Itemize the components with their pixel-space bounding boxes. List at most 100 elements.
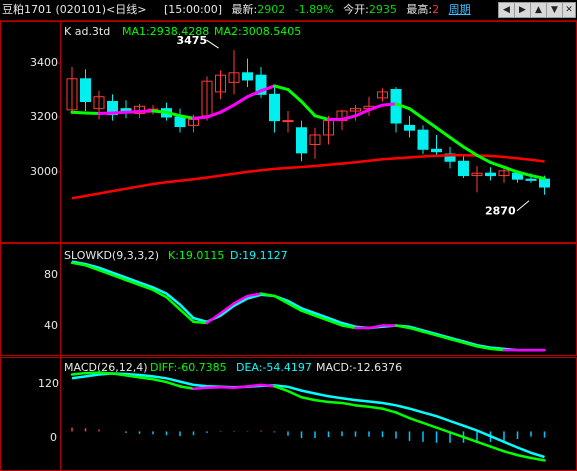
ma1-segment	[219, 103, 236, 114]
price-tick-3000: 3000	[30, 165, 58, 178]
k-segment	[462, 341, 479, 348]
diff-segment	[394, 411, 411, 420]
ma1-segment	[232, 95, 249, 107]
ma1-segment	[489, 160, 506, 169]
diff-segment	[246, 383, 263, 388]
open-price-value: 2935	[368, 3, 397, 16]
kd-tick-80: 80	[44, 268, 58, 281]
price-panel-title: K ad.3td	[64, 25, 110, 38]
diff-segment	[138, 376, 155, 381]
last-price-label: 最新:	[231, 3, 258, 16]
diff-segment	[232, 385, 249, 390]
diff-segment	[192, 386, 209, 390]
diff-segment	[300, 396, 317, 402]
high-price-label: 最高:	[406, 3, 433, 16]
annotation-pointer	[206, 39, 219, 49]
candle-body	[539, 178, 550, 188]
diff-segment	[516, 453, 533, 460]
ma1-segment	[124, 110, 141, 114]
diff-segment	[489, 445, 506, 453]
change-percent: -1.89%	[294, 3, 334, 16]
price-tick-3200: 3200	[30, 110, 58, 123]
price-tick-3400: 3400	[30, 56, 58, 69]
d-line	[71, 260, 545, 352]
ma1-segment	[70, 110, 87, 115]
diff-segment	[70, 371, 87, 376]
diff-segment	[340, 401, 357, 407]
k-segment	[448, 337, 465, 344]
diff-segment	[259, 383, 276, 388]
diff-segment	[529, 456, 546, 462]
ma1-segment	[408, 107, 425, 120]
ma1-segment	[421, 116, 438, 130]
ma1-segment	[286, 88, 303, 103]
price-annotation: 3475	[177, 34, 208, 47]
diff-segment	[286, 389, 303, 399]
k-segment	[205, 311, 222, 325]
ma1-segment	[462, 145, 479, 157]
kd-tick-40: 40	[44, 319, 58, 332]
annotation-pointer	[516, 200, 530, 212]
up-arrow-icon[interactable]: ▲	[530, 2, 547, 18]
down-arrow-icon[interactable]: ▼	[546, 2, 563, 18]
macd-tick-0: 0	[50, 431, 57, 444]
diff-segment	[408, 416, 425, 425]
k-segment	[489, 347, 506, 352]
high-price-value: 2	[432, 3, 440, 16]
diff-segment	[165, 380, 182, 388]
macd-tick-120: 120	[38, 377, 59, 390]
dea-legend: DEA:-54.4197	[236, 361, 312, 374]
k-legend: K:19.0115	[168, 249, 224, 262]
right-arrow-icon[interactable]: ▶	[514, 2, 531, 18]
candle-body	[269, 93, 280, 122]
d-legend: D:19.1127	[230, 249, 288, 262]
diff-segment	[178, 385, 195, 390]
ma1-segment	[273, 84, 290, 92]
diff-segment	[313, 398, 330, 404]
price-annotation: 2870	[485, 205, 516, 218]
left-arrow-icon[interactable]: ◀	[498, 2, 515, 18]
ma1-segment	[381, 102, 398, 107]
diff-segment	[475, 440, 492, 448]
macd-panel-frame	[0, 357, 577, 471]
candle-body	[242, 72, 253, 81]
candle-body	[525, 178, 537, 181]
ma1-segment	[435, 126, 452, 139]
last-price-value: 2902	[257, 3, 286, 16]
dea-line	[71, 372, 545, 459]
k-segment	[421, 330, 438, 337]
candle-body	[404, 124, 415, 131]
close-icon[interactable]: ✕	[562, 2, 576, 18]
candle-body	[485, 172, 496, 177]
ma1-segment	[340, 114, 357, 121]
diff-segment	[502, 450, 519, 457]
time-label: [15:00:00]	[164, 3, 222, 16]
kd-panel: SLOWKD(9,3,3,2) K:19.0115 D:19.1127 80 4…	[44, 249, 288, 332]
diff-segment	[381, 407, 398, 414]
ma1-segment	[448, 135, 465, 149]
diff-legend: DIFF:-60.7385	[150, 361, 227, 374]
candle-body	[431, 148, 442, 153]
open-price-label: 今开:	[343, 3, 369, 16]
candle-body	[296, 127, 307, 154]
k-segment	[435, 334, 452, 341]
diff-segment	[327, 400, 344, 405]
ma1-segment	[151, 109, 168, 114]
diff-segment	[367, 405, 384, 410]
period-link[interactable]: 周期	[449, 0, 471, 20]
diff-segment	[151, 377, 168, 384]
diff-segment	[97, 371, 114, 375]
plot-marks: 3475 2870	[66, 34, 550, 462]
diff-segment	[462, 435, 479, 444]
diff-segment	[421, 421, 438, 429]
candle-body	[174, 116, 186, 128]
diff-segment	[448, 431, 465, 439]
symbol-label: 豆粕1701 (020101)<日线>	[2, 3, 147, 16]
candle-body	[80, 78, 91, 102]
ma1-segment	[300, 99, 317, 118]
kd-panel-title: SLOWKD(9,3,3,2)	[64, 249, 159, 262]
diff-segment	[435, 426, 452, 434]
k-segment	[192, 320, 209, 325]
ma2-legend: MA2:3008.5405	[214, 25, 301, 38]
ma1-segment	[192, 115, 209, 120]
